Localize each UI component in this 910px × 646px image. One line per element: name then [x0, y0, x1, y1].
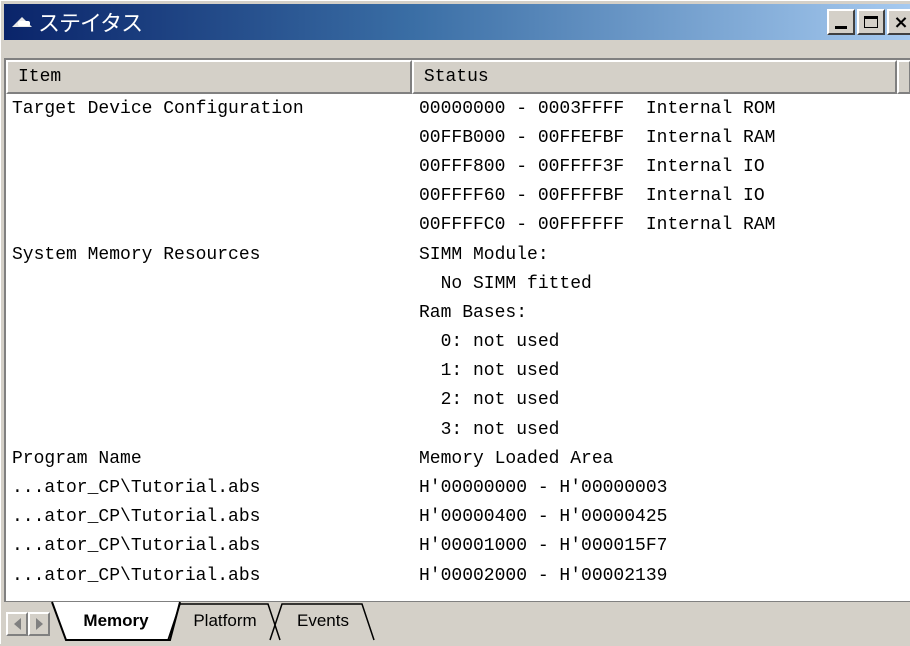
list-row[interactable]: ...ator_CP\Tutorial.abs H'00000400 - H'00…	[6, 503, 775, 532]
status-cell: 00FFFFC0 - 00FFFFFF Internal RAM	[419, 215, 776, 236]
maximize-button[interactable]	[857, 9, 885, 35]
column-header-filler	[897, 60, 910, 94]
tab-scroll-right-button[interactable]	[28, 612, 50, 636]
status-cell: Memory Loaded Area	[419, 448, 614, 469]
status-cell: 0: not used	[419, 332, 560, 353]
status-cell: 2: not used	[419, 390, 560, 411]
list-row[interactable]: ...ator_CP\Tutorial.abs H'00001000 - H'00…	[6, 532, 775, 561]
status-cell: No SIMM fitted	[419, 273, 592, 294]
tab-memory-label: Memory	[83, 611, 149, 630]
list-row[interactable]: 00FFF800 - 00FFFF3F Internal IO	[6, 152, 775, 181]
status-cell: 00FFB000 - 00FFEFBF Internal RAM	[419, 127, 776, 148]
tab-platform-label: Platform	[193, 611, 257, 630]
list-row[interactable]: 1: not used	[6, 357, 775, 386]
list-row[interactable]: Program Name Memory Loaded Area	[6, 444, 775, 473]
item-cell: Target Device Configuration	[12, 98, 304, 119]
scroll-right-icon	[35, 618, 43, 630]
list-row[interactable]: System Memory Resources SIMM Module:	[6, 240, 775, 269]
status-cell: Ram Bases:	[419, 302, 528, 323]
list-row[interactable]: ...ator_CP\Tutorial.abs H'00000000 - H'00…	[6, 473, 775, 502]
status-cell: 00000000 - 0003FFFF Internal ROM	[419, 98, 776, 119]
list-header: Item Status	[6, 60, 910, 94]
status-cell: H'00002000 - H'00002139	[419, 565, 668, 586]
list-row[interactable]: 0: not used	[6, 328, 775, 357]
minimize-button[interactable]	[827, 9, 855, 35]
status-cell: 3: not used	[419, 419, 560, 440]
status-cell: 00FFFF60 - 00FFFFBF Internal IO	[419, 186, 765, 207]
window-title: ステイタス	[38, 12, 143, 37]
close-icon: ×	[893, 11, 909, 33]
status-list[interactable]: Item Status Target Device Configuration 0…	[4, 58, 910, 601]
item-cell: Program Name	[12, 448, 142, 469]
list-row[interactable]: 00FFFF60 - 00FFFFBF Internal IO	[6, 182, 775, 211]
item-cell: System Memory Resources	[12, 244, 261, 265]
list-rows: Target Device Configuration 00000000 - 00…	[6, 94, 775, 590]
title-buttons: ×	[825, 9, 910, 35]
tab-scroll-left-button[interactable]	[6, 612, 28, 636]
list-row[interactable]: 3: not used	[6, 415, 775, 444]
tab-events[interactable]: Events	[269, 602, 376, 641]
item-cell: ...ator_CP\Tutorial.abs	[12, 565, 261, 586]
status-cell: 1: not used	[419, 361, 560, 382]
list-row[interactable]: Ram Bases:	[6, 298, 775, 327]
column-header-item[interactable]: Item	[6, 60, 412, 94]
tab-bar: Memory Platform Events	[4, 601, 910, 646]
list-row[interactable]: 00FFB000 - 00FFEFBF Internal RAM	[6, 123, 775, 152]
list-row[interactable]: No SIMM fitted	[6, 269, 775, 298]
list-row[interactable]: 00FFFFC0 - 00FFFFFF Internal RAM	[6, 211, 775, 240]
close-button[interactable]: ×	[887, 9, 910, 35]
status-cell: SIMM Module:	[419, 244, 549, 265]
status-cell: H'00000000 - H'00000003	[419, 478, 668, 499]
item-cell: ...ator_CP\Tutorial.abs	[12, 507, 261, 528]
tab-events-label: Events	[297, 611, 349, 630]
item-cell: ...ator_CP\Tutorial.abs	[12, 478, 261, 499]
window-app-icon	[12, 14, 34, 30]
scroll-left-icon	[13, 618, 21, 630]
item-cell: ...ator_CP\Tutorial.abs	[12, 536, 261, 557]
tab-memory[interactable]: Memory	[51, 601, 181, 641]
title-bar[interactable]: ステイタス ×	[4, 4, 910, 40]
status-cell: H'00000400 - H'00000425	[419, 507, 668, 528]
maximize-icon	[864, 16, 878, 28]
tab-platform[interactable]: Platform	[167, 602, 282, 641]
column-header-status[interactable]: Status	[411, 60, 897, 94]
list-row[interactable]: Target Device Configuration 00000000 - 00…	[6, 94, 775, 123]
status-cell: H'00001000 - H'000015F7	[419, 536, 668, 557]
status-cell: 00FFF800 - 00FFFF3F Internal IO	[419, 156, 765, 177]
list-row[interactable]: ...ator_CP\Tutorial.abs H'00002000 - H'00…	[6, 561, 775, 590]
status-window: ステイタス × Item Status Target Device Config…	[0, 0, 910, 646]
list-row[interactable]: 2: not used	[6, 386, 775, 415]
minimize-icon	[835, 25, 847, 29]
